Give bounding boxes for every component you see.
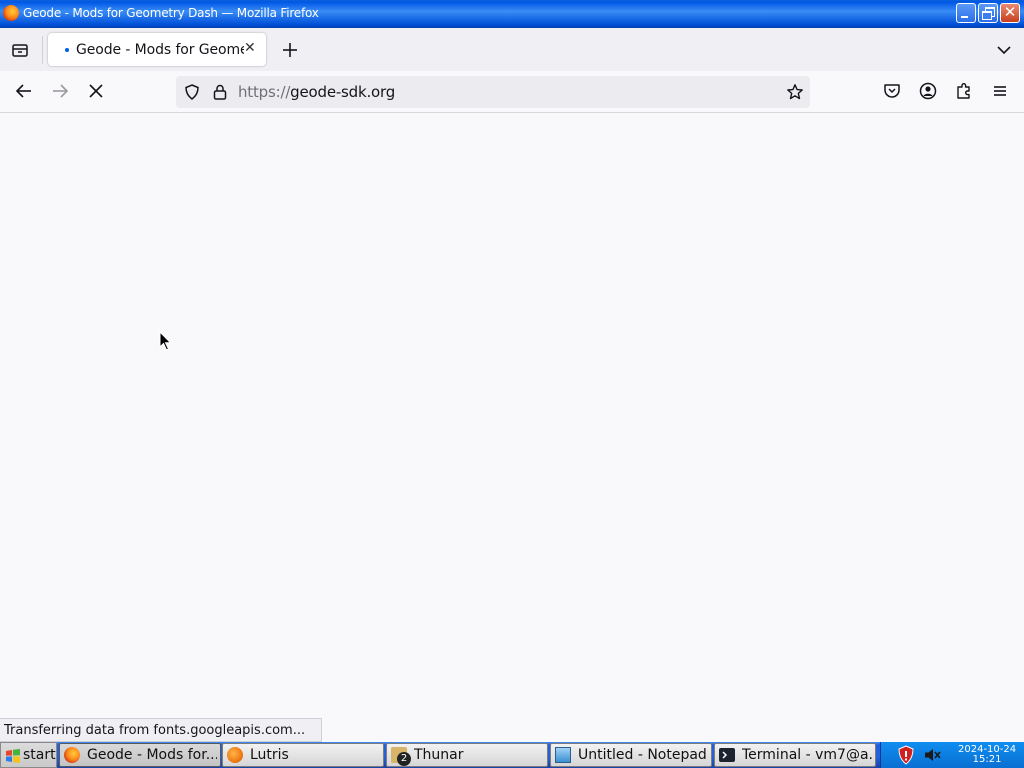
clock[interactable]: 2024-10-24 15:21 bbox=[958, 745, 1016, 765]
window-titlebar[interactable]: Geode - Mods for Geometry Dash — Mozilla… bbox=[0, 0, 1024, 28]
forward-arrow-icon[interactable] bbox=[50, 81, 70, 101]
windows-flag-icon bbox=[6, 749, 20, 763]
tab-geode[interactable]: Geode - Mods for Geometry Dash ✕ bbox=[48, 33, 266, 66]
tab-label: Geode - Mods for Geometry Dash bbox=[76, 42, 244, 58]
volume-muted-icon[interactable] bbox=[924, 747, 942, 763]
taskbar-item-firefox[interactable]: Geode - Mods for... bbox=[59, 743, 221, 767]
clock-time: 15:21 bbox=[972, 754, 1002, 765]
url-host: geode-sdk.org bbox=[290, 83, 396, 101]
tab-separator bbox=[42, 36, 43, 64]
start-button[interactable]: start bbox=[0, 742, 57, 768]
page-content[interactable] bbox=[0, 113, 1024, 742]
back-arrow-icon[interactable] bbox=[14, 81, 34, 101]
pocket-icon[interactable] bbox=[882, 81, 902, 101]
navigation-toolbar: https://geode-sdk.org bbox=[0, 71, 1024, 113]
taskbar-item-lutris[interactable]: Lutris bbox=[222, 743, 384, 767]
stop-loading-icon[interactable] bbox=[86, 81, 106, 101]
url-text[interactable]: https://geode-sdk.org bbox=[238, 83, 395, 101]
account-icon[interactable] bbox=[918, 81, 938, 101]
hamburger-menu-icon[interactable] bbox=[990, 81, 1010, 101]
minimize-button[interactable] bbox=[956, 3, 976, 23]
lutris-icon bbox=[227, 747, 243, 763]
firefox-view-icon[interactable] bbox=[10, 40, 30, 60]
window-count-badge: 2 bbox=[397, 752, 411, 766]
security-shield-icon[interactable] bbox=[897, 745, 915, 765]
taskbar-item-label: Terminal - vm7@a... bbox=[742, 747, 872, 763]
window-title: Geode - Mods for Geometry Dash — Mozilla… bbox=[23, 6, 319, 20]
close-icon: ✕ bbox=[1003, 3, 1017, 21]
tracking-protection-shield-icon[interactable] bbox=[183, 83, 201, 101]
loading-indicator bbox=[65, 48, 69, 52]
taskbar-item-label: Lutris bbox=[250, 747, 289, 763]
taskbar-item-label: Thunar bbox=[414, 747, 464, 763]
status-panel: Transferring data from fonts.googleapis.… bbox=[0, 718, 322, 742]
tab-strip: Geode - Mods for Geometry Dash ✕ bbox=[0, 28, 1024, 71]
start-label: start bbox=[23, 747, 56, 763]
lock-icon[interactable] bbox=[211, 83, 229, 101]
taskbar-item-notepad[interactable]: Untitled - Notepad bbox=[550, 743, 712, 767]
taskbar-item-terminal[interactable]: Terminal - vm7@a... bbox=[714, 743, 876, 767]
taskbar-item-thunar[interactable]: 2 Thunar bbox=[386, 743, 548, 767]
mouse-cursor-icon bbox=[159, 331, 172, 351]
terminal-icon bbox=[719, 748, 735, 762]
taskbar-item-label: Untitled - Notepad bbox=[578, 747, 707, 763]
address-bar[interactable]: https://geode-sdk.org bbox=[176, 76, 810, 108]
system-tray: 2024-10-24 15:21 bbox=[880, 742, 1024, 768]
extensions-puzzle-icon[interactable] bbox=[954, 81, 974, 101]
restore-button[interactable] bbox=[978, 3, 998, 23]
firefox-icon bbox=[64, 747, 80, 763]
url-protocol: https:// bbox=[238, 83, 291, 101]
new-tab-button[interactable] bbox=[280, 40, 300, 60]
firefox-icon bbox=[3, 5, 19, 21]
close-window-button[interactable]: ✕ bbox=[1000, 3, 1020, 23]
notepad-icon bbox=[555, 747, 571, 763]
bookmark-star-icon[interactable] bbox=[786, 83, 804, 101]
taskbar: start Geode - Mods for... Lutris 2 Thuna… bbox=[0, 742, 1024, 768]
tab-close-icon[interactable]: ✕ bbox=[244, 40, 256, 56]
list-all-tabs-chevron-down-icon[interactable] bbox=[994, 40, 1014, 60]
taskbar-item-label: Geode - Mods for... bbox=[87, 747, 217, 763]
